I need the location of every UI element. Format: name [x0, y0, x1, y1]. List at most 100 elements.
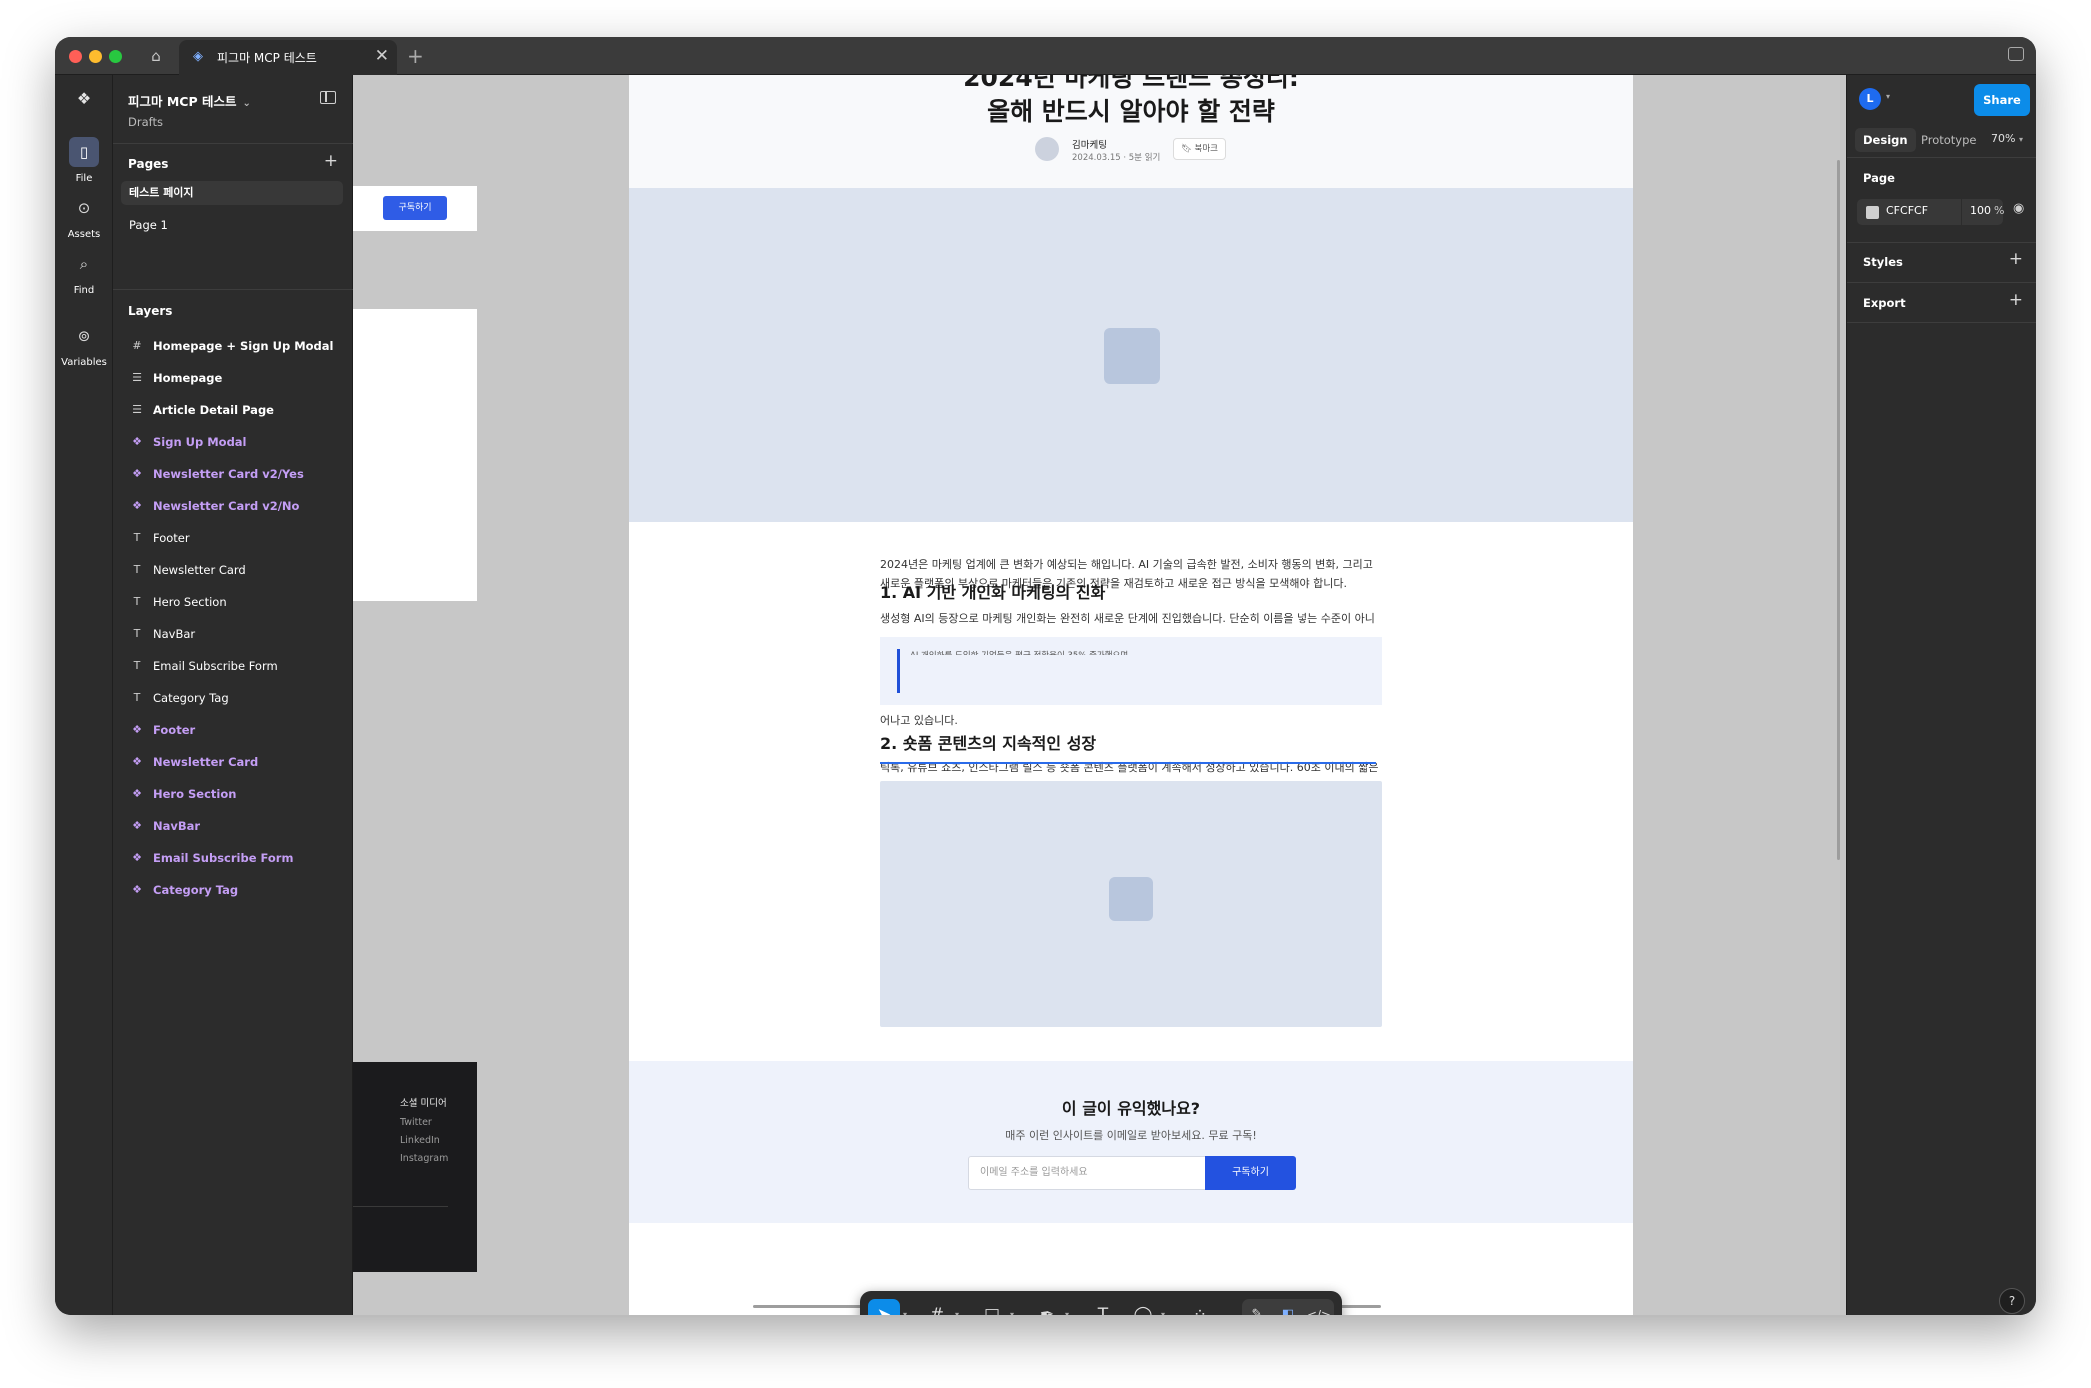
article-detail-frame[interactable]: 2024년 마케팅 트렌드 총정리: 올해 반드시 알아야 할 전략 김마케팅 … [629, 75, 1633, 1315]
styles-section-title: Styles [1863, 255, 1903, 269]
rectangle-tool-icon[interactable]: □ [977, 1299, 1007, 1315]
visibility-eye-icon[interactable]: ◉ [2013, 201, 2024, 216]
close-tab-icon[interactable]: ✕ [375, 45, 389, 67]
component-icon: ❖ [132, 723, 142, 736]
toolbar-variables[interactable]: ⊚ Variables [55, 321, 113, 368]
subscribe-button[interactable]: 구독하기 [1205, 1156, 1296, 1190]
email-field[interactable]: 이메일 주소를 입력하세요 [968, 1156, 1206, 1190]
tab-prototype[interactable]: Prototype [1913, 128, 1984, 152]
maximize-window-button[interactable] [109, 50, 122, 63]
article-title-line-2: 올해 반드시 알아야 할 전략 [987, 97, 1275, 126]
bottom-toolbar: ➤ ▾ # ▾ □ ▾ ✒ ▾ T ◯ ▾ ⁘ ✎ ◧ </> [860, 1291, 1342, 1315]
layer-item[interactable]: ❖ Footer [113, 718, 353, 742]
file-location[interactable]: Drafts [128, 115, 163, 129]
navbar-frame[interactable]: 구독하기 [353, 186, 477, 231]
chevron-down-icon[interactable]: ▾ [903, 1299, 907, 1315]
layer-item[interactable]: ❖ Newsletter Card v2/Yes [113, 462, 353, 486]
file-name-menu[interactable]: 피그마 MCP 테스트 ⌄ [128, 91, 251, 110]
footer-frame[interactable]: 소셜 미디어 Twitter LinkedIn Instagram [353, 1062, 477, 1272]
pen-tool-icon[interactable]: ✒ [1032, 1299, 1062, 1315]
window-layout-icon[interactable] [2008, 47, 2024, 61]
layer-item[interactable]: T Category Tag [113, 686, 353, 710]
page-item-page-1[interactable]: Page 1 [121, 213, 343, 237]
actions-tool-icon[interactable]: ⁘ [1185, 1299, 1215, 1315]
tab-file[interactable]: ◈ 피그마 MCP 테스트 ✕ [179, 40, 397, 75]
article-title-line-1: 2024년 마케팅 트렌드 총정리: [963, 75, 1299, 92]
add-style-icon[interactable]: + [2009, 249, 2023, 269]
toolbar-find[interactable]: ⌕ Find [55, 249, 113, 296]
text-tool-icon[interactable]: T [1088, 1299, 1118, 1315]
layer-item[interactable]: ❖ Newsletter Card [113, 750, 353, 774]
add-export-icon[interactable]: + [2009, 290, 2023, 310]
hero-image-placeholder [629, 188, 1633, 522]
minimize-window-button[interactable] [89, 50, 102, 63]
comment-tool-icon[interactable]: ◯ [1128, 1299, 1158, 1315]
page-item-test[interactable]: 테스트 페이지 [121, 181, 343, 205]
new-tab-button[interactable]: + [407, 43, 424, 69]
heading-2: 2. 숏폼 콘텐츠의 지속적인 성장 [880, 734, 1097, 753]
layer-item[interactable]: T NavBar [113, 622, 353, 646]
component-icon: ❖ [132, 851, 142, 864]
tab-design[interactable]: Design [1855, 128, 1916, 152]
heading-1: 1. AI 기반 개인화 마케팅의 진화 [880, 583, 1106, 602]
close-window-button[interactable] [69, 50, 82, 63]
footer-social-column: 소셜 미디어 Twitter LinkedIn Instagram [400, 1095, 448, 1171]
figma-menu-icon[interactable]: ❖ [74, 89, 94, 111]
toolbar-assets[interactable]: ⊙ Assets [55, 193, 113, 240]
footer-link[interactable]: LinkedIn [400, 1135, 448, 1146]
layer-item[interactable]: ❖ Email Subscribe Form [113, 846, 353, 870]
toggle-sidebar-icon[interactable] [320, 91, 336, 104]
page-color-hex[interactable]: CFCFCF [1886, 204, 1928, 217]
layer-item[interactable]: T Newsletter Card [113, 558, 353, 582]
layer-item[interactable]: ❖ Newsletter Card v2/No [113, 494, 353, 518]
layer-item[interactable]: ☰ Homepage [113, 366, 353, 390]
layer-item[interactable]: ❖ NavBar [113, 814, 353, 838]
search-icon: ⌕ [79, 255, 89, 273]
page-opacity[interactable]: 100 [1970, 204, 1991, 217]
chevron-down-icon[interactable]: ▾ [1010, 1299, 1014, 1315]
layer-item[interactable]: T Hero Section [113, 590, 353, 614]
file-icon: ▯ [69, 137, 99, 167]
layer-item[interactable]: # Homepage + Sign Up Modal [113, 334, 353, 358]
text-layer-icon: T [133, 659, 141, 672]
quote-accent-bar [897, 649, 900, 693]
layer-item[interactable]: ❖ Hero Section [113, 782, 353, 806]
avatar[interactable]: L [1859, 88, 1881, 110]
draw-mode-icon[interactable]: ✎ [1242, 1299, 1272, 1315]
card-frame[interactable] [353, 309, 477, 601]
text-layer-icon: T [133, 531, 141, 544]
design-mode-icon[interactable]: ◧ [1273, 1299, 1303, 1315]
section-icon: ☰ [132, 371, 142, 384]
chevron-down-icon[interactable]: ▾ [1065, 1299, 1069, 1315]
component-icon: ❖ [132, 499, 142, 512]
chevron-down-icon[interactable]: ▾ [1161, 1299, 1165, 1315]
dev-mode-icon[interactable]: </> [1304, 1299, 1334, 1315]
toolbar-file[interactable]: ▯ File [55, 137, 113, 184]
layer-item[interactable]: ❖ Category Tag [113, 878, 353, 902]
layer-item[interactable]: T Footer [113, 526, 353, 550]
home-icon[interactable]: ⌂ [145, 45, 167, 67]
layer-item[interactable]: ❖ Sign Up Modal [113, 430, 353, 454]
layer-item[interactable]: ☰ Article Detail Page [113, 398, 353, 422]
toolbar-assets-label: Assets [67, 229, 101, 240]
chevron-down-icon[interactable]: ▾ [955, 1299, 959, 1315]
bookmark-button[interactable]: 🔖︎ 북마크 [1173, 138, 1226, 160]
frame-icon: # [132, 339, 142, 352]
help-button[interactable]: ? [1999, 1288, 2025, 1314]
layer-item[interactable]: T Email Subscribe Form [113, 654, 353, 678]
chevron-down-icon[interactable]: ▾ [1886, 92, 1890, 101]
page-color-field[interactable]: CFCFCF 100 % [1857, 199, 2004, 225]
zoom-control[interactable]: 70% ▾ [1991, 132, 2023, 145]
move-tool-icon[interactable]: ➤ [868, 1299, 900, 1315]
subscribe-button[interactable]: 구독하기 [383, 196, 447, 220]
share-button[interactable]: Share [1974, 84, 2030, 116]
add-page-icon[interactable]: + [324, 151, 338, 171]
vertical-scrollbar[interactable] [1837, 160, 1840, 860]
color-swatch[interactable] [1866, 206, 1879, 219]
footer-link[interactable]: Instagram [400, 1153, 448, 1164]
frame-tool-icon[interactable]: # [922, 1299, 952, 1315]
article-meta: 2024.03.15 · 5분 읽기 [1072, 153, 1161, 163]
cta-title: 이 글이 유익했나요? [1061, 1099, 1201, 1118]
footer-link[interactable]: Twitter [400, 1117, 448, 1128]
canvas[interactable]: 구독하기 소셜 미디어 Twitter LinkedIn Instagram 2… [353, 75, 1846, 1315]
